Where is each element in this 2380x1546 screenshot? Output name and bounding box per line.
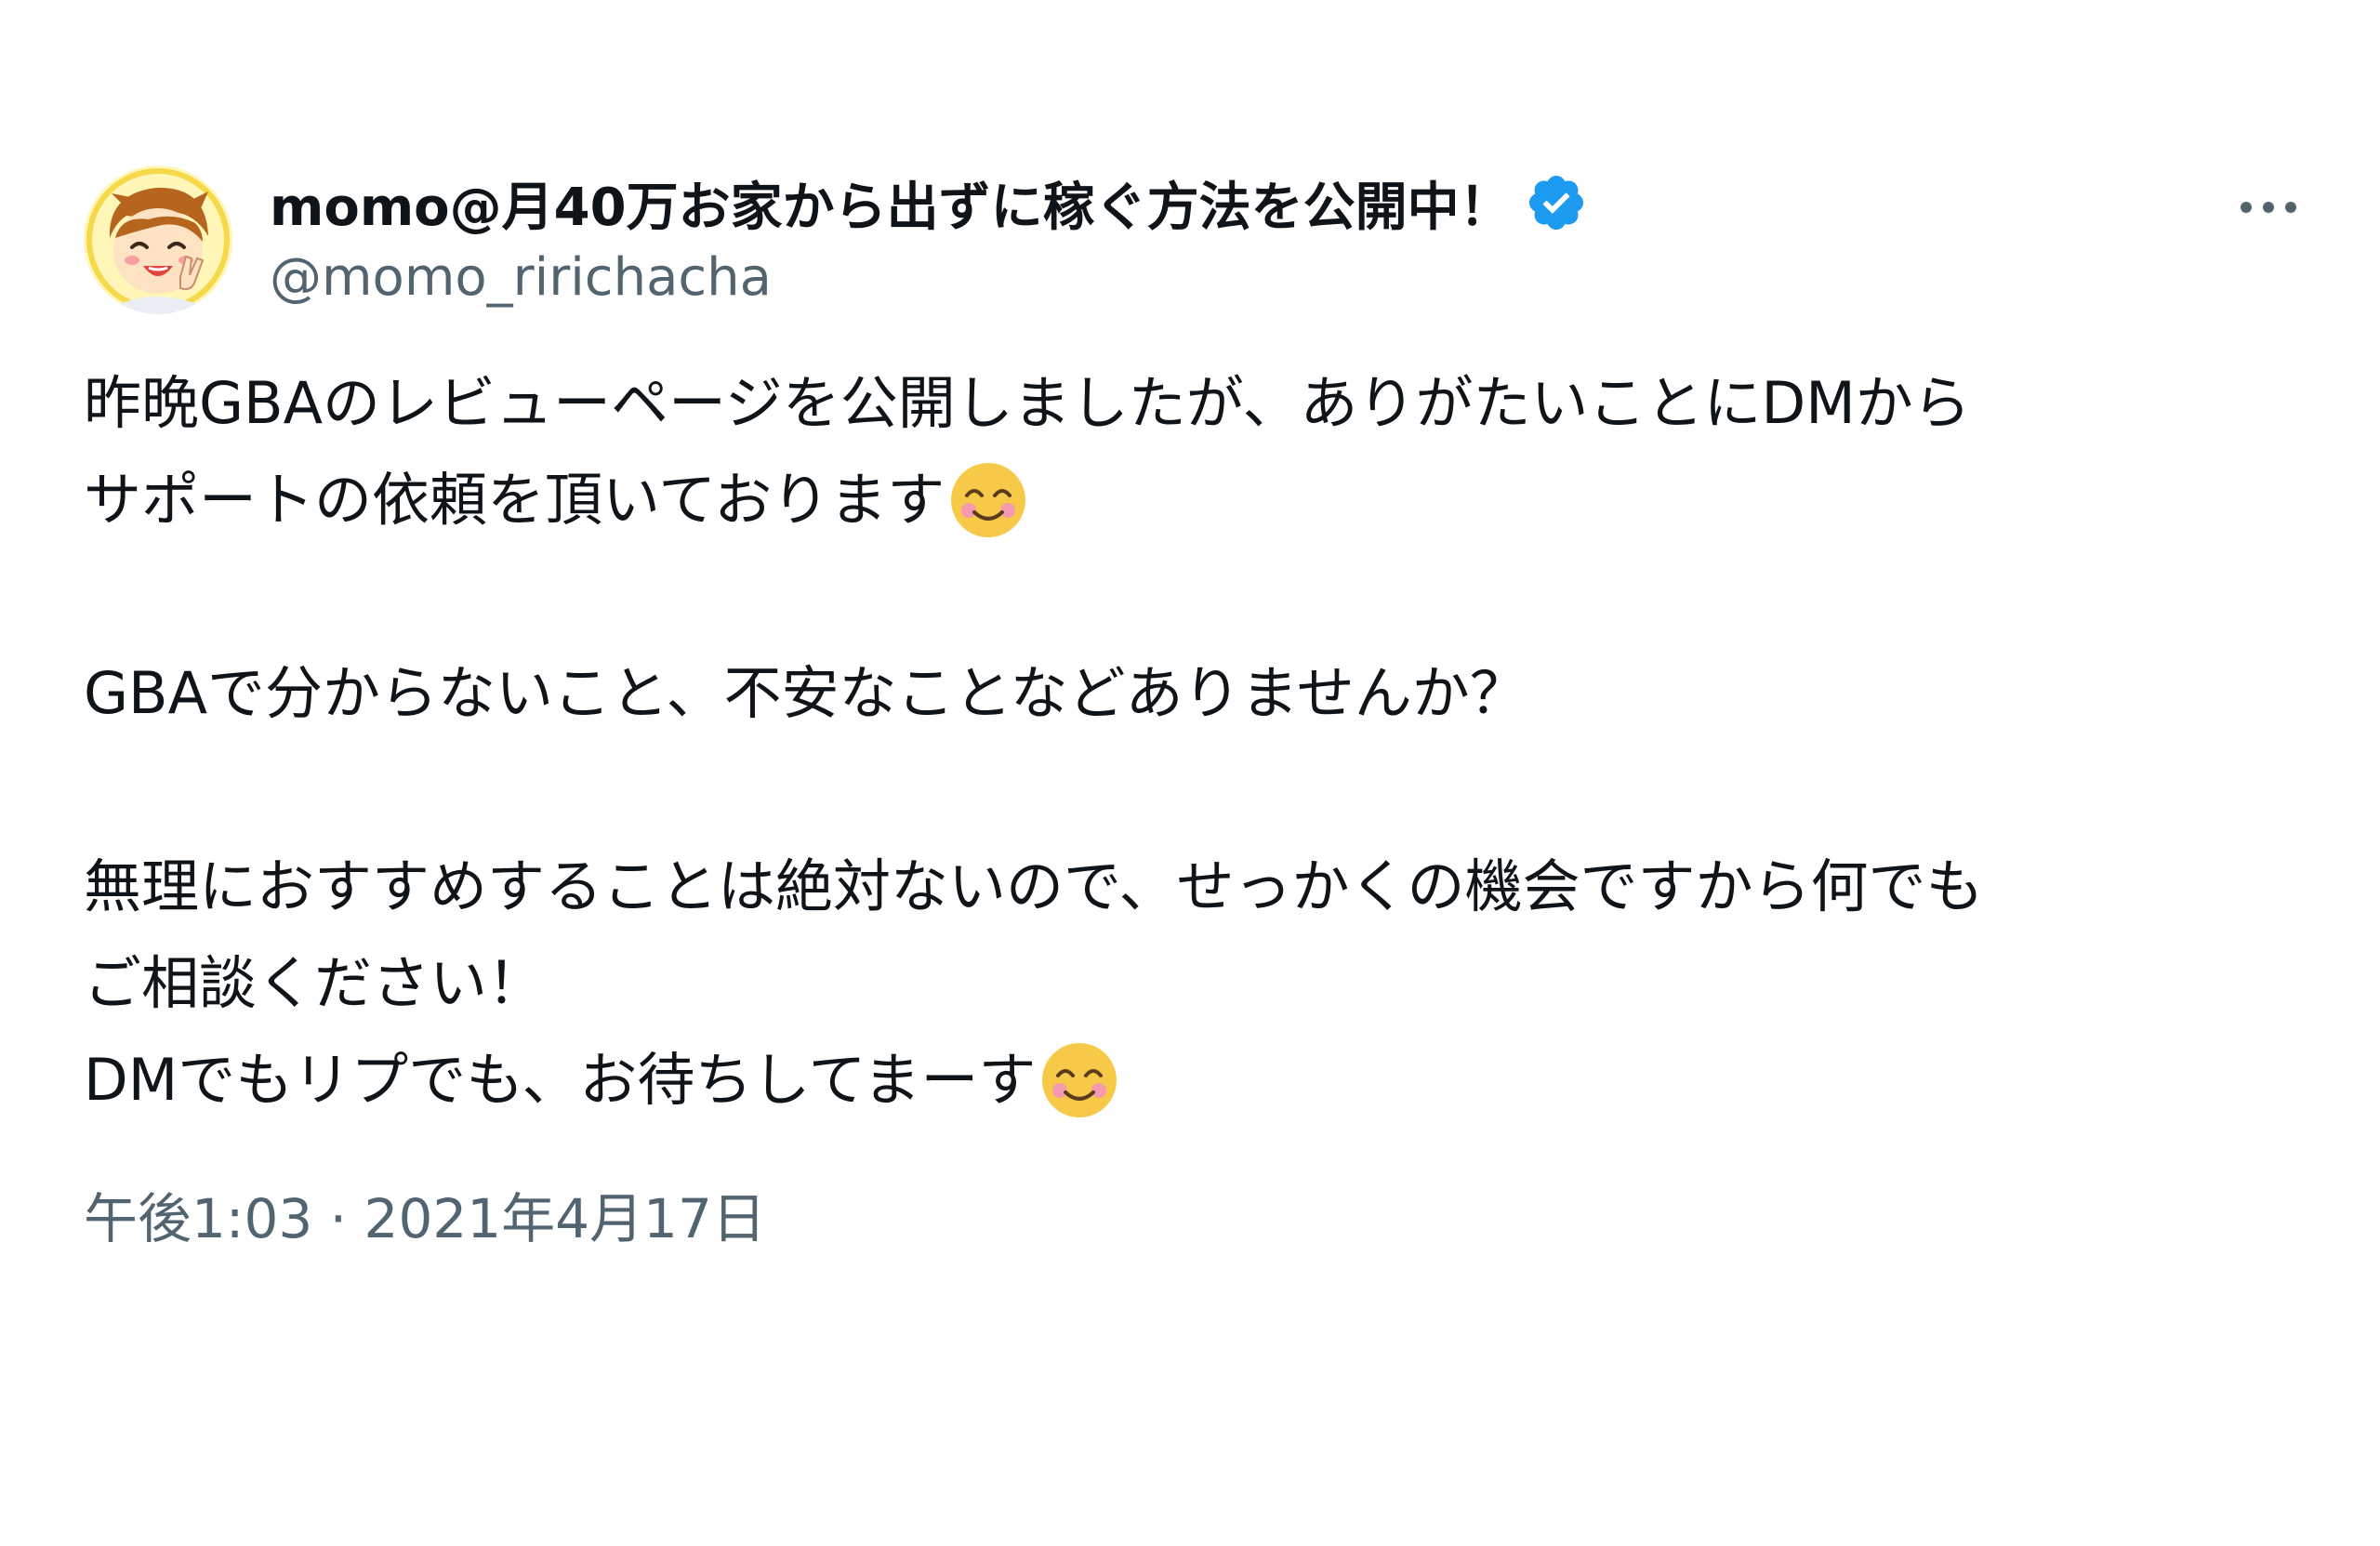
tweet-line-text: ご相談ください！ bbox=[84, 949, 546, 1017]
tweet-header: momo@月40万お家から出ずに稼ぐ方法を公開中！ @momo_ririchac… bbox=[84, 160, 2306, 318]
tweet-line-text: DMでもリプでも、お待ちしてまーす bbox=[84, 1046, 1037, 1114]
more-options-icon[interactable] bbox=[2231, 184, 2306, 231]
tweet-line: 無理におすすめすることは絶対ないので、せっかくの機会ですから何でも bbox=[84, 839, 2306, 935]
tweet-line: GBAで分からないこと、不安なことなどありませんか？ bbox=[84, 645, 2306, 742]
author-names: momo@月40万お家から出ずに稼ぐ方法を公開中！ @momo_ririchac… bbox=[270, 167, 1588, 308]
smiling-face-emoji-icon bbox=[948, 460, 1028, 540]
verified-badge-icon bbox=[1528, 175, 1583, 231]
display-name-row: momo@月40万お家から出ずに稼ぐ方法を公開中！ bbox=[270, 167, 1588, 238]
tweet-line-text: GBAで分からないこと、不安なことなどありませんか？ bbox=[84, 659, 1527, 727]
tweet-line: ご相談ください！ bbox=[84, 935, 2306, 1032]
tweet-text: 昨晩GBAのレビューページを公開しましたが、ありがたいことにDMから サポートの… bbox=[84, 355, 2306, 1129]
tweet-timestamp[interactable]: 午後1:03 · 2021年4月17日 bbox=[84, 1175, 2306, 1253]
author-display-name[interactable]: momo@月40万お家から出ずに稼ぐ方法を公開中！ bbox=[270, 165, 1512, 241]
tweet-line-text: 昨晩GBAのレビューページを公開しましたが、ありがたいことにDMから bbox=[84, 369, 1971, 437]
tweet-line: サポートの依頼を頂いております bbox=[84, 452, 2306, 548]
avatar[interactable] bbox=[84, 165, 232, 314]
tweet-line-text: 無理におすすめすることは絶対ないので、せっかくの機会ですから何でも bbox=[84, 852, 1984, 920]
tweet-card: momo@月40万お家から出ずに稼ぐ方法を公開中！ @momo_ririchac… bbox=[84, 160, 2306, 1253]
author-handle[interactable]: @momo_ririchacha bbox=[270, 247, 1588, 308]
avatar-cartoon-icon bbox=[84, 165, 232, 314]
tweet-line-text: サポートの依頼を頂いております bbox=[84, 466, 945, 534]
tweet-line: DMでもリプでも、お待ちしてまーす bbox=[84, 1032, 2306, 1129]
tweet-line: 昨晩GBAのレビューページを公開しましたが、ありがたいことにDMから bbox=[84, 355, 2306, 452]
smiling-face-emoji-icon bbox=[1039, 1040, 1119, 1120]
